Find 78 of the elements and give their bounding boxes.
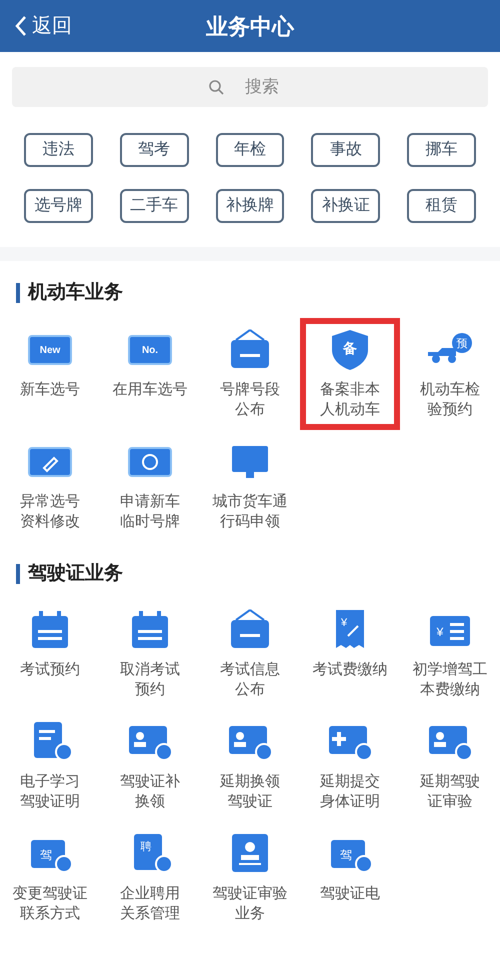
service-tile[interactable]: 电子学习 驾驶证明: [0, 710, 100, 822]
back-button[interactable]: 返回: [14, 11, 72, 41]
tile-label: 在用车选号: [112, 380, 188, 400]
tile-label: 验预约: [428, 400, 472, 420]
tile-label: 驾驶证补: [120, 772, 180, 792]
quick-tag[interactable]: 挪车: [407, 133, 476, 167]
tile-label: 资料修改: [20, 512, 80, 532]
tile-label: 驾驶证: [228, 792, 272, 812]
service-tile[interactable]: 考试预约: [0, 598, 100, 710]
tile-label: 初学增驾工: [412, 660, 488, 680]
service-tile[interactable]: 预 机动车检 验预约: [400, 318, 500, 430]
tile-label: 企业聘用: [120, 884, 180, 904]
tile-label: 关系管理: [120, 904, 180, 924]
tile-label: 临时号牌: [120, 512, 180, 532]
tile-label: 异常选号: [20, 492, 80, 512]
service-tile[interactable]: 备 备案非本 人机动车: [300, 318, 400, 430]
tile-label: 机动车检: [420, 380, 480, 400]
tile-label: 身体证明: [320, 792, 380, 812]
search-field[interactable]: 搜索: [12, 67, 488, 107]
service-tile[interactable]: 城市货车通 行码申领: [200, 430, 300, 542]
quick-tag[interactable]: 补换牌: [216, 189, 284, 223]
quick-tag[interactable]: 违法: [24, 133, 93, 167]
tile-label: 号牌号段: [220, 380, 280, 400]
service-tile[interactable]: 延期驾驶 证审验: [400, 710, 500, 822]
tile-label: 新车选号: [20, 380, 80, 400]
tile-label: 考试预约: [20, 660, 80, 680]
service-tile[interactable]: 申请新车 临时号牌: [100, 430, 200, 542]
tile-label: 申请新车: [120, 492, 180, 512]
service-tile[interactable]: 考试信息 公布: [200, 598, 300, 710]
service-tile[interactable]: 号牌号段 公布: [200, 318, 300, 430]
tile-label: 证审验: [428, 792, 472, 812]
search-icon: [208, 79, 224, 95]
tile-label: 延期换领: [220, 772, 280, 792]
tile-label: 考试费缴纳: [312, 660, 388, 680]
service-tile[interactable]: 聘 企业聘用 关系管理: [100, 822, 200, 934]
section-title: 驾驶证业务: [28, 562, 123, 586]
tile-label: 变更驾驶证: [12, 884, 88, 904]
tile-label: 电子学习: [20, 772, 80, 792]
tile-label: 人机动车: [320, 400, 380, 420]
section-title: 机动车业务: [28, 280, 123, 305]
tile-label: 联系方式: [20, 904, 80, 924]
tile-label: 取消考试: [120, 660, 180, 680]
tile-label: 本费缴纳: [420, 680, 480, 700]
quick-tag[interactable]: 二手车: [120, 189, 189, 223]
service-tile[interactable]: ¥ 初学增驾工 本费缴纳: [400, 598, 500, 710]
tile-label: 考试信息: [220, 660, 280, 680]
quick-tag[interactable]: 租赁: [407, 189, 476, 223]
tile-label: 业务: [235, 904, 265, 924]
tile-label: 延期提交: [320, 772, 380, 792]
tile-label: 换领: [135, 792, 165, 812]
service-tile[interactable]: ¥ 考试费缴纳: [300, 598, 400, 710]
quick-tag[interactable]: 驾考: [120, 133, 189, 167]
service-tile[interactable]: 延期提交 身体证明: [300, 710, 400, 822]
tile-label: 公布: [235, 400, 265, 420]
service-tile[interactable]: 驾 驾驶证电: [300, 822, 400, 934]
service-tile[interactable]: 驾 变更驾驶证 联系方式: [0, 822, 100, 934]
tile-label: 城市货车通: [212, 492, 288, 512]
page-title: 业务中心: [206, 12, 294, 40]
service-tile[interactable]: New 新车选号: [0, 318, 100, 430]
quick-tag[interactable]: 年检: [216, 133, 284, 167]
service-tile[interactable]: 异常选号 资料修改: [0, 430, 100, 542]
tile-label: 驾驶证审验: [212, 884, 288, 904]
tile-label: 驾驶证电: [320, 884, 380, 904]
back-icon: [14, 15, 28, 37]
tile-label: 公布: [235, 680, 265, 700]
quick-tag[interactable]: 事故: [311, 133, 380, 167]
service-tile[interactable]: 驾驶证审验 业务: [200, 822, 300, 934]
service-tile[interactable]: No. 在用车选号: [100, 318, 200, 430]
quick-tag[interactable]: 选号牌: [24, 189, 93, 223]
tile-label: 备案非本: [320, 380, 380, 400]
quick-tag[interactable]: 补换证: [311, 189, 380, 223]
tile-label: 驾驶证明: [20, 792, 80, 812]
service-tile[interactable]: 延期换领 驾驶证: [200, 710, 300, 822]
tile-label: 预约: [135, 680, 165, 700]
tile-label: 行码申领: [220, 512, 280, 532]
service-tile[interactable]: 取消考试 预约: [100, 598, 200, 710]
tile-label: 延期驾驶: [420, 772, 480, 792]
service-tile[interactable]: 驾驶证补 换领: [100, 710, 200, 822]
